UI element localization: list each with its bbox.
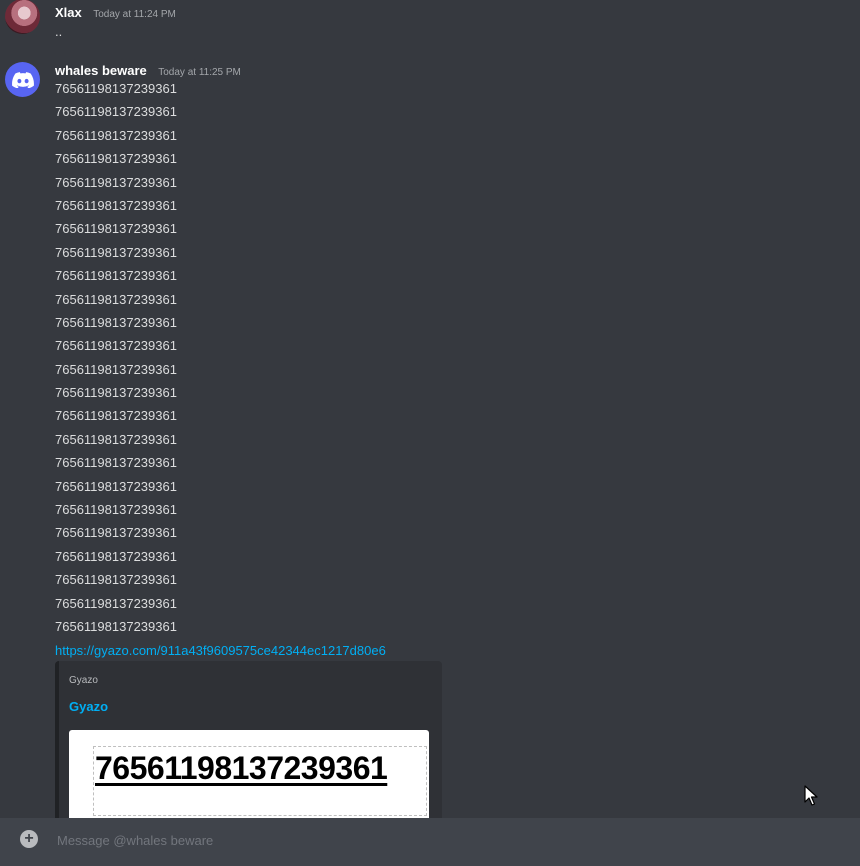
message-text: 76561198137239361 [55,408,177,424]
message-composer: + [0,818,860,866]
avatar[interactable] [5,62,40,97]
message-text: 76561198137239361 [55,291,177,307]
message-text: 76561198137239361 [55,548,177,564]
message-text: 76561198137239361 [55,314,177,330]
message-header: Xlax Today at 11:24 PM [55,4,176,22]
message-text: 76561198137239361 [55,572,177,588]
plus-circle-icon[interactable]: + [20,830,38,848]
avatar[interactable] [5,0,40,34]
message-header: whales beware Today at 11:25 PM [55,62,241,80]
embed-title[interactable]: Gyazo [69,699,108,714]
message-list: Xlax Today at 11:24 PM .. whales beware … [0,0,860,818]
embed-image-text: 76561198137239361 [95,750,388,786]
chat-window: Xlax Today at 11:24 PM .. whales beware … [0,0,860,866]
message-text: 76561198137239361 [55,431,177,447]
message-text: 76561198137239361 [55,104,177,120]
message-text: 76561198137239361 [55,502,177,518]
username[interactable]: Xlax [55,5,82,20]
mouse-cursor-icon [804,785,818,806]
embed-provider[interactable]: Gyazo [69,675,98,686]
message-text: 76561198137239361 [55,595,177,611]
message-text: 76561198137239361 [55,361,177,377]
message-text: 76561198137239361 [55,127,177,143]
message-text: 76561198137239361 [55,244,177,260]
message-text: 76561198137239361 [55,151,177,167]
link-embed: Gyazo Gyazo 76561198137239361 [55,661,442,818]
timestamp: Today at 11:24 PM [93,9,176,20]
message-text: 76561198137239361 [55,525,177,541]
username[interactable]: whales beware [55,63,147,78]
message-text: 76561198137239361 [55,618,177,634]
message-text: 76561198137239361 [55,385,177,401]
message-text: 76561198137239361 [55,174,177,190]
message-text: 76561198137239361 [55,268,177,284]
discord-logo-icon [11,71,34,88]
message-text: .. [55,24,63,39]
embed-image[interactable]: 76561198137239361 [69,730,429,818]
message-input[interactable] [55,828,839,852]
message-text: 76561198137239361 [55,221,177,237]
message-text: 76561198137239361 [55,338,177,354]
gyazo-link[interactable]: https://gyazo.com/911a43f9609575ce42344e… [55,643,386,658]
message-lines: 76561198137239361 76561198137239361 7656… [55,80,177,641]
message-text: 76561198137239361 [55,81,177,96]
message-text: 76561198137239361 [55,478,177,494]
message-text: 76561198137239361 [55,455,177,471]
timestamp: Today at 11:25 PM [158,67,241,78]
message-text: 76561198137239361 [55,197,177,213]
